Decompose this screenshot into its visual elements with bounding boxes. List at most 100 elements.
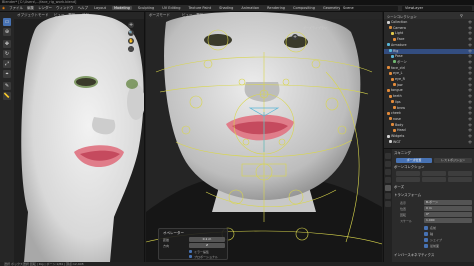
show-names-checkbox[interactable]: [424, 226, 428, 230]
outliner-row[interactable]: Head 👁: [384, 128, 474, 133]
mirror-edit-checkbox[interactable]: [189, 250, 192, 253]
menu-window[interactable]: ウィンドウ: [56, 6, 74, 11]
outliner-row[interactable]: eye_R 👁: [384, 77, 474, 82]
pan-hand-icon[interactable]: ✋: [128, 38, 134, 44]
visibility-eye-icon[interactable]: 👁: [468, 66, 472, 71]
outliner-row[interactable]: tongue 👁: [384, 88, 474, 93]
outliner-row[interactable]: eye_L 👁: [384, 71, 474, 76]
outliner-row[interactable]: Pose 👁: [384, 54, 474, 59]
visibility-eye-icon[interactable]: 👁: [468, 20, 472, 25]
bone-collection-btn-1[interactable]: [396, 171, 420, 176]
visibility-eye-icon[interactable]: 👁: [468, 83, 472, 88]
viewport-object-mode[interactable]: オブジェクトモード ビュー 選択 追加 ✛ 🔍 ✋ 🎥: [14, 12, 145, 262]
visibility-eye-icon[interactable]: 👁: [468, 26, 472, 31]
transform-icon[interactable]: ⌖: [3, 70, 11, 78]
outliner-row[interactable]: ボーン 👁: [384, 60, 474, 65]
visibility-eye-icon[interactable]: 👁: [468, 111, 472, 116]
panel-bone-collections[interactable]: ボーンコレクション: [394, 165, 473, 170]
visibility-eye-icon[interactable]: 👁: [468, 60, 472, 65]
workspace-tab-texture-paint[interactable]: Texture Paint: [187, 6, 214, 10]
in-front-checkbox[interactable]: [424, 244, 428, 248]
visibility-eye-icon[interactable]: 👁: [468, 49, 472, 54]
scene-selector[interactable]: Scene: [340, 6, 398, 11]
select-box-icon[interactable]: ▭: [3, 18, 11, 26]
operator-redo-panel[interactable]: オペレーター 距離 0.1 m 方向 Z ミラー編集 プロポーショナル: [158, 228, 228, 260]
bone-collection-btn-6[interactable]: [448, 177, 472, 182]
panel-transform[interactable]: トランスフォーム: [394, 193, 473, 198]
panel-skinning[interactable]: スキニング: [394, 151, 473, 156]
visibility-eye-icon[interactable]: 👁: [468, 128, 472, 133]
camera-view-icon[interactable]: 🎥: [128, 46, 134, 52]
menu-file[interactable]: ファイル: [9, 6, 23, 11]
panel-pose[interactable]: ポーズ: [394, 185, 473, 190]
outliner-row[interactable]: Face 👁: [384, 37, 474, 42]
visibility-eye-icon[interactable]: 👁: [468, 77, 472, 82]
visibility-eye-icon[interactable]: 👁: [468, 94, 472, 99]
workspace-tab-rendering[interactable]: Rendering: [265, 6, 287, 10]
pose-position-button[interactable]: ポーズ位置: [396, 158, 432, 163]
visibility-eye-icon[interactable]: 👁: [468, 117, 472, 122]
cursor-icon[interactable]: ⊕: [3, 28, 11, 36]
view-gizmo-icon-right[interactable]: ✛: [292, 34, 298, 40]
tool-tab-icon[interactable]: [385, 153, 391, 159]
outliner-row[interactable]: Rig 👁: [384, 48, 474, 54]
view-layer-selector[interactable]: ViewLayer: [402, 6, 472, 11]
visibility-eye-icon[interactable]: 👁: [468, 54, 472, 59]
scale-field[interactable]: 1.000: [424, 218, 472, 223]
visibility-eye-icon[interactable]: 👁: [468, 71, 472, 76]
viewport-pose-mode[interactable]: ポーズモード ビュー 選択 ポーズ: [146, 12, 382, 262]
rest-position-button[interactable]: レストポジション: [434, 158, 472, 163]
constraint-tab-icon[interactable]: [385, 201, 391, 207]
workspace-tab-sculpting[interactable]: Sculpting: [136, 6, 156, 10]
outliner-row[interactable]: nose 👁: [384, 117, 474, 122]
menu-help[interactable]: ヘルプ: [78, 6, 89, 11]
bone-collection-btn-5[interactable]: [422, 177, 446, 182]
visibility-eye-icon[interactable]: 👁: [468, 140, 472, 145]
outliner-row[interactable]: Armature 👁: [384, 43, 474, 48]
armature-data-tab-icon[interactable]: [385, 185, 391, 191]
workspace-tab-uv-editing[interactable]: UV Editing: [160, 6, 182, 10]
scale-icon[interactable]: ⤢: [3, 60, 11, 68]
workspace-tab-layout[interactable]: Layout: [92, 6, 108, 10]
rotation-field[interactable]: 0°: [424, 212, 472, 217]
outliner-row[interactable]: WGT 👁: [384, 140, 474, 145]
visibility-eye-icon[interactable]: 👁: [468, 88, 472, 93]
location-field[interactable]: 0 m: [424, 206, 472, 211]
bone-tab-icon[interactable]: [385, 193, 391, 199]
zoom-icon[interactable]: 🔍: [128, 30, 134, 36]
filter-icon[interactable]: ⚲: [460, 13, 463, 18]
workspace-tab-shading[interactable]: Shading: [217, 6, 235, 10]
outliner-row[interactable]: Widgets 👁: [384, 134, 474, 139]
bone-collection-btn-4[interactable]: [396, 177, 420, 182]
outliner-row[interactable]: Camera 👁: [384, 26, 474, 31]
workspace-tab-compositing[interactable]: Compositing: [291, 6, 317, 10]
outliner-row[interactable]: Light 👁: [384, 31, 474, 36]
blender-logo-icon[interactable]: ◉: [2, 6, 5, 10]
render-tab-icon[interactable]: [385, 161, 391, 167]
outliner-row[interactable]: jaw 👁: [384, 83, 474, 88]
visibility-eye-icon[interactable]: 👁: [468, 100, 472, 105]
bone-collection-btn-2[interactable]: [422, 171, 446, 176]
outliner-row[interactable]: Collection 👁: [384, 20, 474, 25]
outliner-row[interactable]: brow 👁: [384, 106, 474, 111]
workspace-tab-modeling[interactable]: Modeling: [111, 6, 132, 10]
show-axes-checkbox[interactable]: [424, 232, 428, 236]
visibility-eye-icon[interactable]: 👁: [468, 37, 472, 42]
rotate-icon[interactable]: ↻: [3, 50, 11, 58]
direction-field[interactable]: Z: [189, 243, 225, 248]
display-as-field[interactable]: B-ボーン: [424, 200, 472, 205]
view-gizmo-icon[interactable]: ✛: [128, 22, 134, 28]
visibility-eye-icon[interactable]: 👁: [468, 43, 472, 48]
outliner-row[interactable]: cheek 👁: [384, 111, 474, 116]
panel-ik[interactable]: インバースキネマティクス: [394, 253, 473, 258]
workspace-tab-animation[interactable]: Animation: [239, 6, 261, 10]
outliner-row[interactable]: teeth 👁: [384, 94, 474, 99]
outliner-row[interactable]: face_ctrl 👁: [384, 66, 474, 71]
outliner-row[interactable]: lips 👁: [384, 100, 474, 105]
visibility-eye-icon[interactable]: 👁: [468, 106, 472, 111]
menu-edit[interactable]: 編集: [27, 6, 34, 11]
distance-field[interactable]: 0.1 m: [189, 237, 225, 242]
bone-collection-btn-3[interactable]: [448, 171, 472, 176]
measure-icon[interactable]: 📏: [3, 92, 11, 100]
visibility-eye-icon[interactable]: 👁: [468, 31, 472, 36]
